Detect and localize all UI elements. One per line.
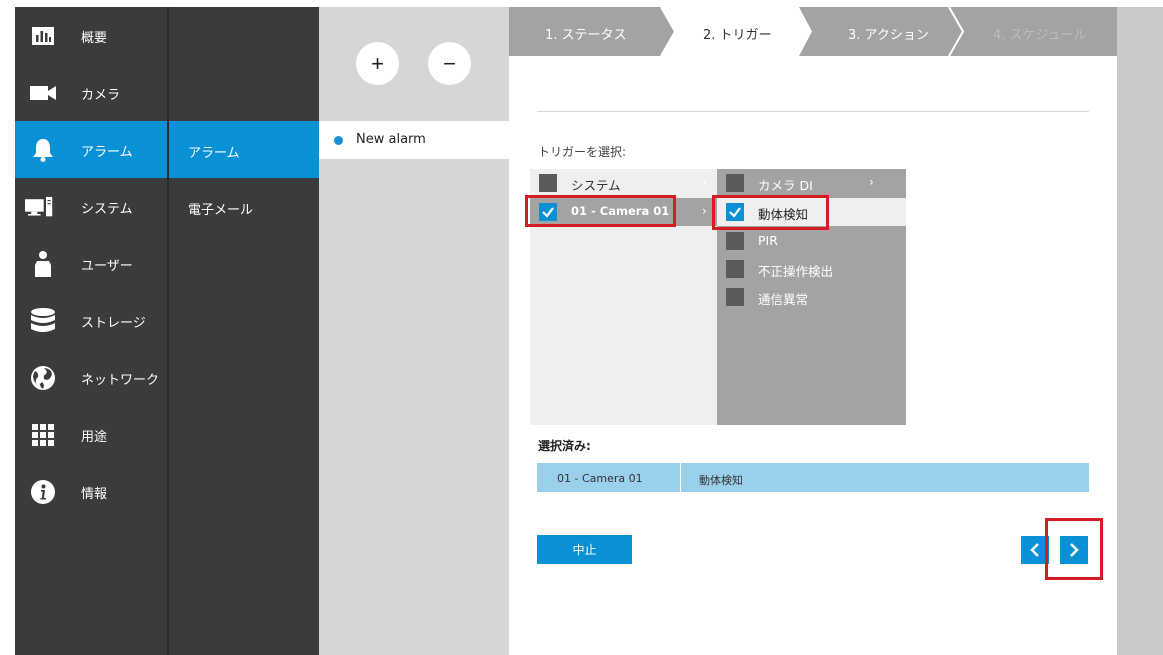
submenu-item-label: 電子メール: [188, 203, 254, 218]
submenu-item-label: アラーム: [188, 146, 240, 161]
alarm-list-panel: + − New alarm: [319, 7, 509, 655]
tab-trigger[interactable]: 2. トリガー: [675, 7, 799, 56]
checkmark-icon: [729, 207, 741, 218]
next-step-button[interactable]: [1060, 536, 1088, 564]
source-item-camera-01[interactable]: 01 - Camera 01 ›: [530, 198, 717, 226]
overview-chart-icon: [29, 22, 57, 50]
submenu-item-alarm[interactable]: アラーム: [169, 121, 319, 178]
remove-alarm-button[interactable]: −: [428, 42, 471, 85]
selected-title: 選択済み:: [538, 439, 591, 453]
tab-label: 2. トリガー: [703, 28, 772, 43]
source-item-system[interactable]: システム ›: [530, 169, 717, 197]
camera-icon: [29, 79, 57, 107]
chevron-right-icon: ›: [702, 204, 707, 218]
event-label: カメラ DI: [758, 178, 813, 193]
globe-icon: [29, 364, 57, 392]
sidebar-item-user[interactable]: ユーザー: [15, 235, 167, 292]
sidebar-item-label: 情報: [81, 487, 108, 502]
source-checkbox[interactable]: [539, 203, 557, 221]
sidebar-item-application[interactable]: 用途: [15, 406, 167, 463]
sidebar-item-network[interactable]: ネットワーク: [15, 349, 167, 406]
submenu-item-email[interactable]: 電子メール: [169, 178, 319, 235]
divider-line: [537, 111, 1089, 112]
event-checkbox[interactable]: [726, 288, 744, 306]
sidebar-item-label: 用途: [81, 430, 108, 445]
checkmark-icon: [542, 207, 554, 218]
sidebar-item-storage[interactable]: ストレージ: [15, 292, 167, 349]
alarm-list-item[interactable]: New alarm: [319, 121, 509, 159]
cancel-button[interactable]: 中止: [537, 535, 632, 564]
previous-step-button[interactable]: [1021, 536, 1049, 564]
sidebar-item-camera[interactable]: カメラ: [15, 64, 167, 121]
sidebar-item-alarm[interactable]: アラーム: [15, 121, 167, 178]
event-checkbox[interactable]: [726, 232, 744, 250]
selected-source: 01 - Camera 01: [557, 472, 643, 485]
tab-label: 1. ステータス: [545, 28, 627, 43]
submenu: アラーム 電子メール: [169, 7, 319, 655]
sidebar: 概要 カメラ アラーム システム ユーザー ストレージ ネットワーク 用途 情報: [15, 7, 167, 655]
grid-icon: [29, 421, 57, 449]
event-checkbox[interactable]: [726, 203, 744, 221]
chevron-right-icon: [1070, 543, 1079, 557]
chevron-right-icon: ›: [869, 175, 874, 189]
system-monitor-icon: [25, 193, 53, 221]
sidebar-item-label: ネットワーク: [81, 373, 160, 388]
tab-status[interactable]: 1. ステータス: [509, 7, 661, 56]
sidebar-item-info[interactable]: 情報: [15, 463, 167, 520]
source-label: システム: [571, 178, 621, 193]
selected-trigger-row: 01 - Camera 01 動体検知: [537, 463, 1089, 492]
event-checkbox[interactable]: [726, 260, 744, 278]
trigger-event-list: カメラ DI › 動体検知 PIR 不正操作検出 通信異常: [717, 169, 906, 425]
alarm-wizard: 1. ステータス 2. トリガー 3. アクション 4. スケジュール トリガー…: [509, 7, 1117, 655]
event-item-tamper-detection[interactable]: 不正操作検出: [717, 255, 906, 283]
event-checkbox[interactable]: [726, 174, 744, 192]
chevron-left-icon: [1030, 543, 1039, 557]
add-alarm-button[interactable]: +: [356, 42, 399, 85]
event-label: 通信異常: [758, 292, 809, 307]
event-label: 動体検知: [758, 207, 809, 222]
cell-separator: [680, 463, 681, 492]
sidebar-item-label: アラーム: [81, 145, 133, 160]
trigger-select-title: トリガーを選択:: [538, 145, 627, 159]
info-icon: [29, 478, 57, 506]
user-icon: [29, 250, 57, 278]
event-item-pir[interactable]: PIR: [717, 227, 906, 255]
event-item-camera-di[interactable]: カメラ DI ›: [717, 169, 906, 197]
sidebar-item-system[interactable]: システム: [15, 178, 167, 235]
tab-action[interactable]: 3. アクション: [812, 7, 949, 56]
trigger-source-list: システム › 01 - Camera 01 ›: [530, 169, 717, 425]
source-checkbox[interactable]: [539, 174, 557, 192]
sidebar-item-label: カメラ: [81, 88, 121, 103]
database-icon: [29, 307, 57, 335]
sidebar-item-label: 概要: [81, 31, 108, 46]
event-label: PIR: [758, 233, 778, 248]
source-label: 01 - Camera 01: [571, 204, 670, 218]
sidebar-item-overview[interactable]: 概要: [15, 7, 167, 64]
sidebar-item-label: ユーザー: [81, 259, 133, 274]
chevron-right-icon: ›: [702, 175, 707, 189]
event-label: 不正操作検出: [758, 264, 834, 279]
bell-icon: [29, 136, 57, 164]
sidebar-item-label: ストレージ: [81, 316, 146, 331]
event-item-connection-error[interactable]: 通信異常: [717, 283, 906, 311]
sidebar-item-label: システム: [81, 202, 133, 217]
tab-label: 3. アクション: [848, 28, 929, 43]
wizard-steps: 1. ステータス 2. トリガー 3. アクション 4. スケジュール: [509, 7, 1117, 56]
tab-label: 4. スケジュール: [993, 28, 1087, 43]
selected-event: 動体検知: [699, 474, 743, 487]
event-item-motion-detection[interactable]: 動体検知: [717, 198, 906, 226]
alarm-status-dot: [334, 136, 343, 145]
alarm-name: New alarm: [356, 132, 426, 147]
tab-schedule: 4. スケジュール: [963, 7, 1117, 56]
